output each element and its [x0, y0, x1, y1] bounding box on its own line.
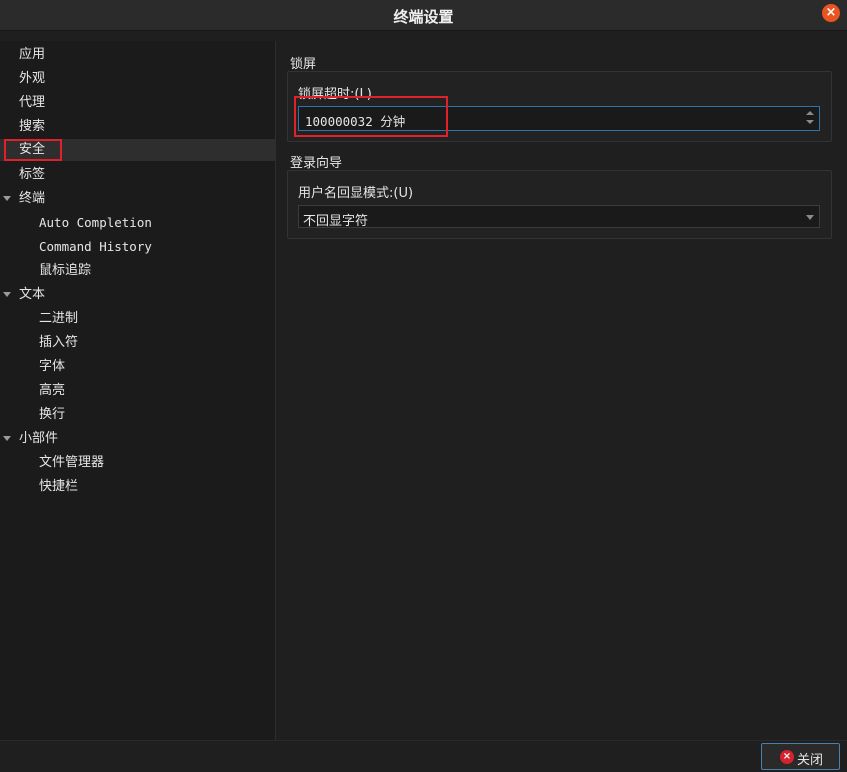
window-close-icon[interactable]: × — [822, 4, 840, 22]
username-echo-select[interactable]: 不回显字符 — [298, 205, 820, 229]
nav-item-file-manager[interactable]: 文件管理器 — [0, 452, 276, 474]
nav-item-label: 终端 — [19, 191, 46, 206]
nav-item-proxy[interactable]: 代理 — [0, 92, 276, 114]
close-button[interactable]: × 关闭 — [761, 743, 840, 770]
lock-timeout-spinbox[interactable]: 100000032 分钟 — [298, 106, 820, 131]
lock-timeout-label: 锁屏超时:(L) — [298, 87, 372, 102]
expand-arrow-icon[interactable] — [3, 196, 11, 201]
close-circle-icon: × — [780, 750, 794, 764]
close-button-label: 关闭 — [797, 753, 824, 768]
lock-group: 锁屏超时:(L) 100000032 分钟 — [287, 71, 832, 142]
nav-item-text[interactable]: 文本 — [0, 284, 276, 306]
nav-item-widgets[interactable]: 小部件 — [0, 428, 276, 450]
window-title: 终端设置 — [393, 8, 454, 26]
nav-item-label: 外观 — [19, 71, 46, 86]
nav-item-command-history[interactable]: Command History — [0, 236, 276, 258]
nav-item-label: 快捷栏 — [39, 479, 79, 494]
nav-item-wrap[interactable]: 换行 — [0, 404, 276, 426]
nav-item-security[interactable]: 安全 — [0, 139, 276, 161]
nav-item-label: Command History — [39, 239, 152, 254]
nav-item-label: 插入符 — [39, 335, 79, 350]
dialog-footer: × 关闭 — [0, 740, 847, 772]
username-echo-label: 用户名回显模式:(U) — [298, 186, 414, 201]
nav-item-label: 字体 — [39, 359, 66, 374]
nav-item-label: 高亮 — [39, 383, 66, 398]
nav-item-label: 二进制 — [39, 311, 79, 326]
nav-item-binary[interactable]: 二进制 — [0, 308, 276, 330]
nav-item-label: 文本 — [19, 287, 46, 302]
nav-item-label: 换行 — [39, 407, 66, 422]
nav-item-label: 鼠标追踪 — [39, 263, 92, 278]
expand-arrow-icon[interactable] — [3, 436, 11, 441]
nav-item-label: 搜索 — [19, 119, 46, 134]
settings-nav: 应用 外观 代理 搜索 安全 标签 终端 Auto Completion Com… — [0, 41, 276, 740]
nav-item-highlight[interactable]: 高亮 — [0, 380, 276, 402]
chevron-down-icon — [806, 215, 814, 220]
nav-item-terminal[interactable]: 终端 — [0, 188, 276, 210]
login-section-title: 登录向导 — [290, 156, 343, 171]
spin-down-icon[interactable] — [806, 120, 814, 124]
nav-item-label: 标签 — [19, 167, 46, 182]
login-group: 用户名回显模式:(U) 不回显字符 — [287, 170, 832, 239]
nav-item-label: 小部件 — [19, 431, 59, 446]
nav-item-label: 应用 — [19, 47, 46, 62]
nav-item-appearance[interactable]: 外观 — [0, 68, 276, 90]
lock-timeout-value: 100000032 分钟 — [305, 114, 406, 129]
nav-item-app[interactable]: 应用 — [0, 44, 276, 66]
nav-item-tabs[interactable]: 标签 — [0, 164, 276, 186]
spin-up-icon[interactable] — [806, 111, 814, 115]
nav-item-label: Auto Completion — [39, 215, 152, 230]
nav-item-search[interactable]: 搜索 — [0, 116, 276, 138]
nav-item-label: 代理 — [19, 95, 46, 110]
nav-item-auto-completion[interactable]: Auto Completion — [0, 212, 276, 234]
nav-item-font[interactable]: 字体 — [0, 356, 276, 378]
title-bar: 终端设置 × — [0, 0, 847, 31]
nav-item-quickbar[interactable]: 快捷栏 — [0, 476, 276, 498]
nav-item-caret[interactable]: 插入符 — [0, 332, 276, 354]
expand-arrow-icon[interactable] — [3, 292, 11, 297]
lock-section-title: 锁屏 — [290, 57, 317, 72]
username-echo-value: 不回显字符 — [303, 214, 369, 229]
nav-item-mouse-tracking[interactable]: 鼠标追踪 — [0, 260, 276, 282]
nav-item-label: 安全 — [19, 142, 46, 157]
nav-item-label: 文件管理器 — [39, 455, 105, 470]
